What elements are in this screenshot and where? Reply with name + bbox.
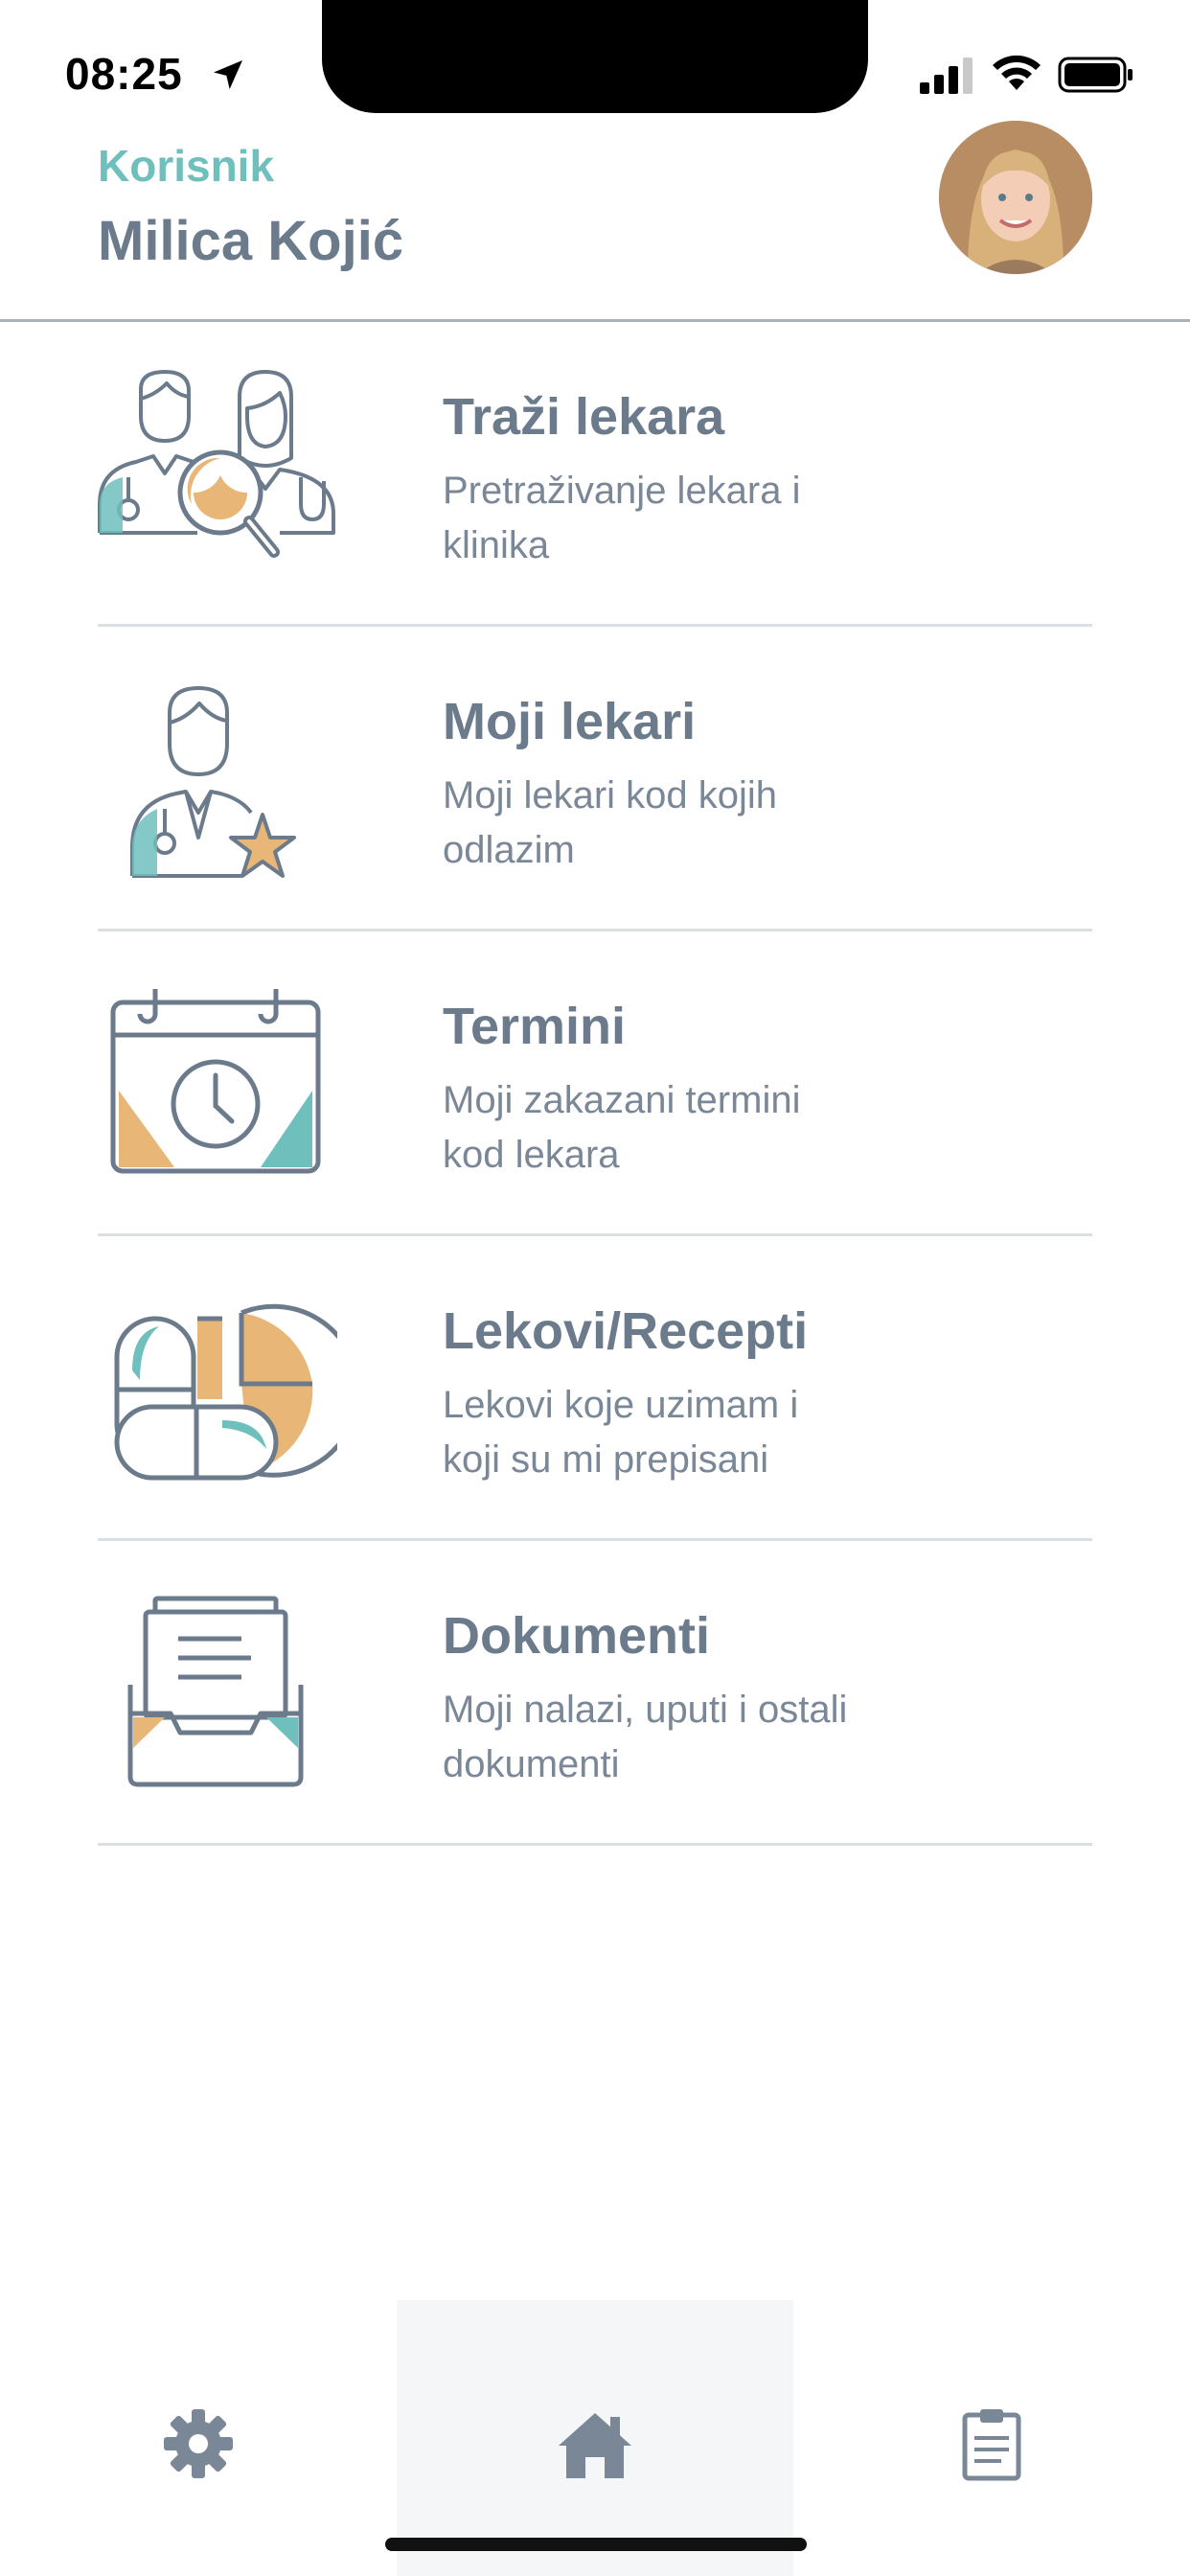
menu-item-title: Traži lekara: [443, 388, 725, 446]
home-icon: [559, 2413, 631, 2478]
pills-icon: [114, 1303, 337, 1481]
menu-item-title: Termini: [443, 998, 627, 1055]
menu-item-description: Moji lekari kod kojih odlazim: [443, 774, 778, 871]
menu-item-find-doctor[interactable]: Traži lekara Pretraživanje lekara i klin…: [98, 322, 1092, 627]
calendar-clock-icon: [110, 989, 321, 1174]
avatar-portrait-icon: [939, 121, 1092, 274]
menu-item-my-doctors[interactable]: Moji lekari Moji lekari kod kojih odlazi…: [98, 627, 1092, 932]
clipboard-icon: [962, 2409, 1021, 2481]
menu-item-description: Pretraživanje lekara i klinika: [443, 470, 801, 566]
menu-item-medications[interactable]: Lekovi/Recepti Lekovi koje uzimam i koji…: [98, 1236, 1092, 1541]
tab-home[interactable]: [397, 2300, 793, 2576]
menu-item-title: Dokumenti: [443, 1607, 711, 1665]
document-tray-icon: [127, 1596, 304, 1787]
doctor-star-icon: [130, 686, 296, 878]
gear-icon: [164, 2409, 233, 2478]
menu-item-description: Moji nalazi, uputi i ostali dokumenti: [443, 1689, 848, 1785]
user-header: Korisnik Milica Kojić: [0, 0, 1190, 323]
avatar[interactable]: [939, 121, 1092, 274]
tab-settings[interactable]: [0, 2300, 397, 2576]
menu-item-documents[interactable]: Dokumenti Moji nalazi, uputi i ostali do…: [98, 1541, 1092, 1846]
menu-item-appointments[interactable]: Termini Moji zakazani termini kod lekara: [98, 932, 1092, 1236]
menu-item-title: Lekovi/Recepti: [443, 1302, 809, 1360]
home-indicator[interactable]: [385, 2538, 807, 2551]
doctor-search-icon: [98, 370, 335, 558]
user-name: Milica Kojić: [98, 210, 404, 272]
main-menu-list: Traži lekara Pretraživanje lekara i klin…: [0, 322, 1190, 1846]
user-role-label: Korisnik: [98, 141, 275, 191]
menu-item-description: Moji zakazani termini kod lekara: [443, 1079, 801, 1176]
menu-item-title: Moji lekari: [443, 693, 697, 750]
bottom-tab-bar: [0, 2300, 1190, 2576]
menu-item-description: Lekovi koje uzimam i koji su mi prepisan…: [443, 1384, 799, 1481]
tab-records[interactable]: [793, 2300, 1190, 2576]
